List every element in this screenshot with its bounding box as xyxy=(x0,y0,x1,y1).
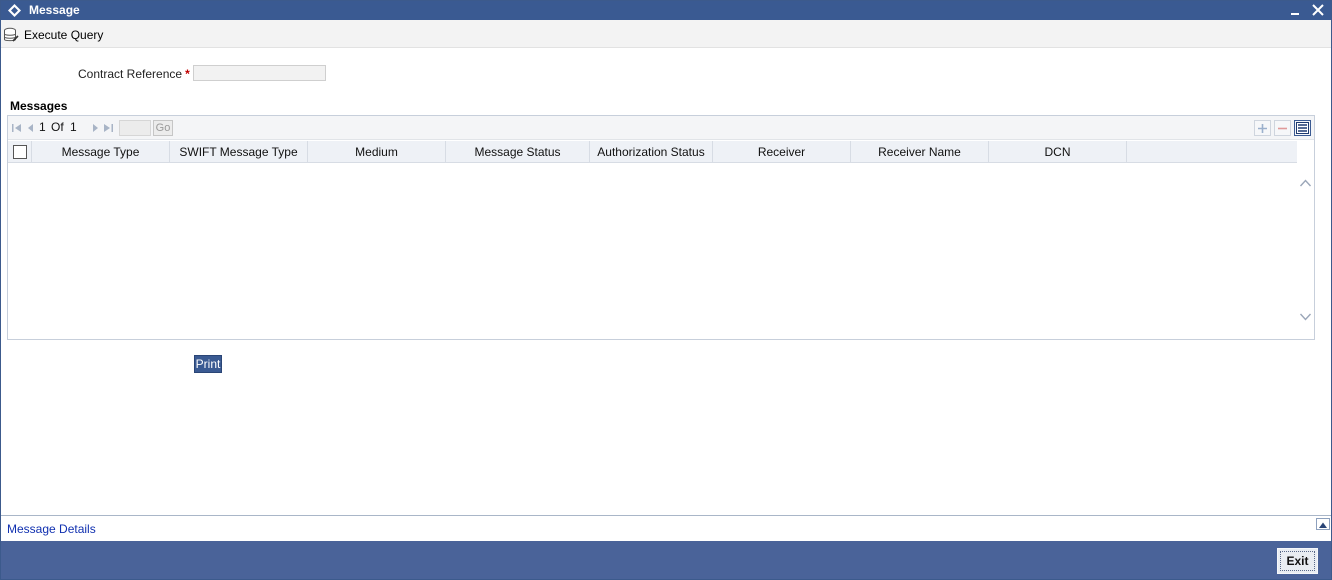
grid-vertical-scrollbar[interactable] xyxy=(1297,163,1314,339)
print-button[interactable]: Print xyxy=(194,355,222,373)
delete-row-button[interactable] xyxy=(1274,120,1291,136)
app-diamond-icon xyxy=(7,3,22,18)
execute-query-label: Execute Query xyxy=(24,28,104,42)
scroll-up-icon[interactable] xyxy=(1299,177,1312,187)
single-view-button[interactable] xyxy=(1294,120,1311,136)
contract-reference-label: Contract Reference * xyxy=(78,67,190,81)
messages-section-title: Messages xyxy=(10,99,68,113)
grid-toolbar: 1 Of 1 Go xyxy=(8,116,1314,140)
column-header-message-status[interactable]: Message Status xyxy=(446,141,590,163)
grid-header: Message Type SWIFT Message Type Medium M… xyxy=(8,141,1297,163)
minus-icon xyxy=(1278,127,1287,129)
list-view-icon xyxy=(1296,122,1309,134)
toolbar: Execute Query xyxy=(1,20,1331,48)
column-header-medium[interactable]: Medium xyxy=(308,141,446,163)
footer-link-bar: Message Details xyxy=(1,515,1331,541)
triangle-up-icon xyxy=(1319,522,1327,528)
window-title: Message xyxy=(29,3,80,17)
contract-reference-input[interactable] xyxy=(193,65,326,81)
of-label: Of xyxy=(51,120,64,134)
column-header-dcn[interactable]: DCN xyxy=(989,141,1127,163)
plus-icon xyxy=(1258,123,1267,133)
contract-reference-label-text: Contract Reference xyxy=(78,67,183,81)
exit-button[interactable]: Exit xyxy=(1277,548,1318,574)
minimize-icon[interactable] xyxy=(1288,2,1304,18)
close-icon[interactable] xyxy=(1310,2,1326,18)
bottom-action-bar: Exit xyxy=(1,541,1331,579)
go-button[interactable]: Go xyxy=(153,120,173,136)
column-header-swift-message-type[interactable]: SWIFT Message Type xyxy=(170,141,308,163)
next-page-icon[interactable] xyxy=(89,122,101,134)
add-row-button[interactable] xyxy=(1254,120,1271,136)
first-page-icon[interactable] xyxy=(11,122,23,134)
scroll-down-icon[interactable] xyxy=(1299,311,1312,321)
column-header-authorization-status[interactable]: Authorization Status xyxy=(590,141,713,163)
column-header-receiver-name[interactable]: Receiver Name xyxy=(851,141,989,163)
last-page-icon[interactable] xyxy=(102,122,114,134)
select-all-cell xyxy=(8,141,32,163)
previous-page-icon[interactable] xyxy=(25,122,37,134)
page-number-input[interactable] xyxy=(119,120,151,136)
required-marker: * xyxy=(185,67,190,81)
column-header-receiver[interactable]: Receiver xyxy=(713,141,851,163)
execute-query-button[interactable]: Execute Query xyxy=(3,26,103,44)
title-bar: Message xyxy=(1,1,1331,20)
database-query-icon xyxy=(4,27,19,42)
message-details-link[interactable]: Message Details xyxy=(7,522,96,536)
column-header-message-type[interactable]: Message Type xyxy=(32,141,170,163)
select-all-checkbox[interactable] xyxy=(13,145,27,159)
current-page: 1 xyxy=(39,120,46,134)
collapse-panel-button[interactable] xyxy=(1316,518,1330,530)
total-pages: 1 xyxy=(70,120,77,134)
message-window: Message Execute Query Contract Reference… xyxy=(0,0,1332,580)
messages-grid: 1 Of 1 Go Message Type SWIFT Message Typ… xyxy=(7,115,1315,340)
